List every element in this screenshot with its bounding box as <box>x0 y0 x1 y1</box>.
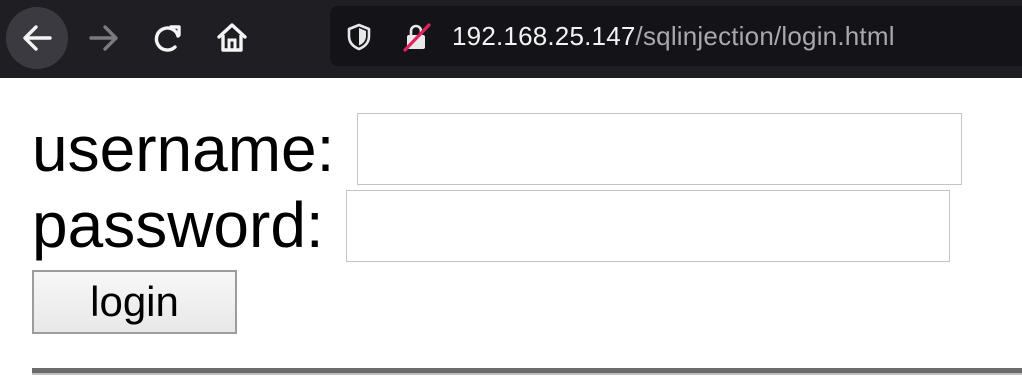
password-label: password: <box>32 189 324 261</box>
shield-icon[interactable] <box>346 23 372 51</box>
horizontal-rule <box>32 368 1022 375</box>
home-button[interactable] <box>201 7 263 69</box>
login-button[interactable]: login <box>32 270 237 334</box>
username-label: username: <box>32 113 335 185</box>
url-path: /sqlinjection/login.html <box>635 21 895 51</box>
home-icon <box>217 23 247 52</box>
arrow-left-icon <box>23 25 52 51</box>
arrow-right-icon <box>89 25 118 51</box>
url-text[interactable]: 192.168.25.147/sqlinjection/login.html <box>452 20 895 52</box>
reload-button[interactable] <box>137 7 199 69</box>
forward-button[interactable] <box>73 7 135 69</box>
browser-toolbar: 192.168.25.147/sqlinjection/login.html <box>0 0 1022 78</box>
insecure-lock-icon[interactable] <box>402 22 432 52</box>
back-button[interactable] <box>6 7 68 69</box>
address-bar[interactable]: 192.168.25.147/sqlinjection/login.html <box>330 6 1022 66</box>
reload-icon <box>154 25 181 52</box>
url-host: 192.168.25.147 <box>452 21 636 51</box>
username-input[interactable] <box>357 113 962 185</box>
password-input[interactable] <box>346 190 950 262</box>
